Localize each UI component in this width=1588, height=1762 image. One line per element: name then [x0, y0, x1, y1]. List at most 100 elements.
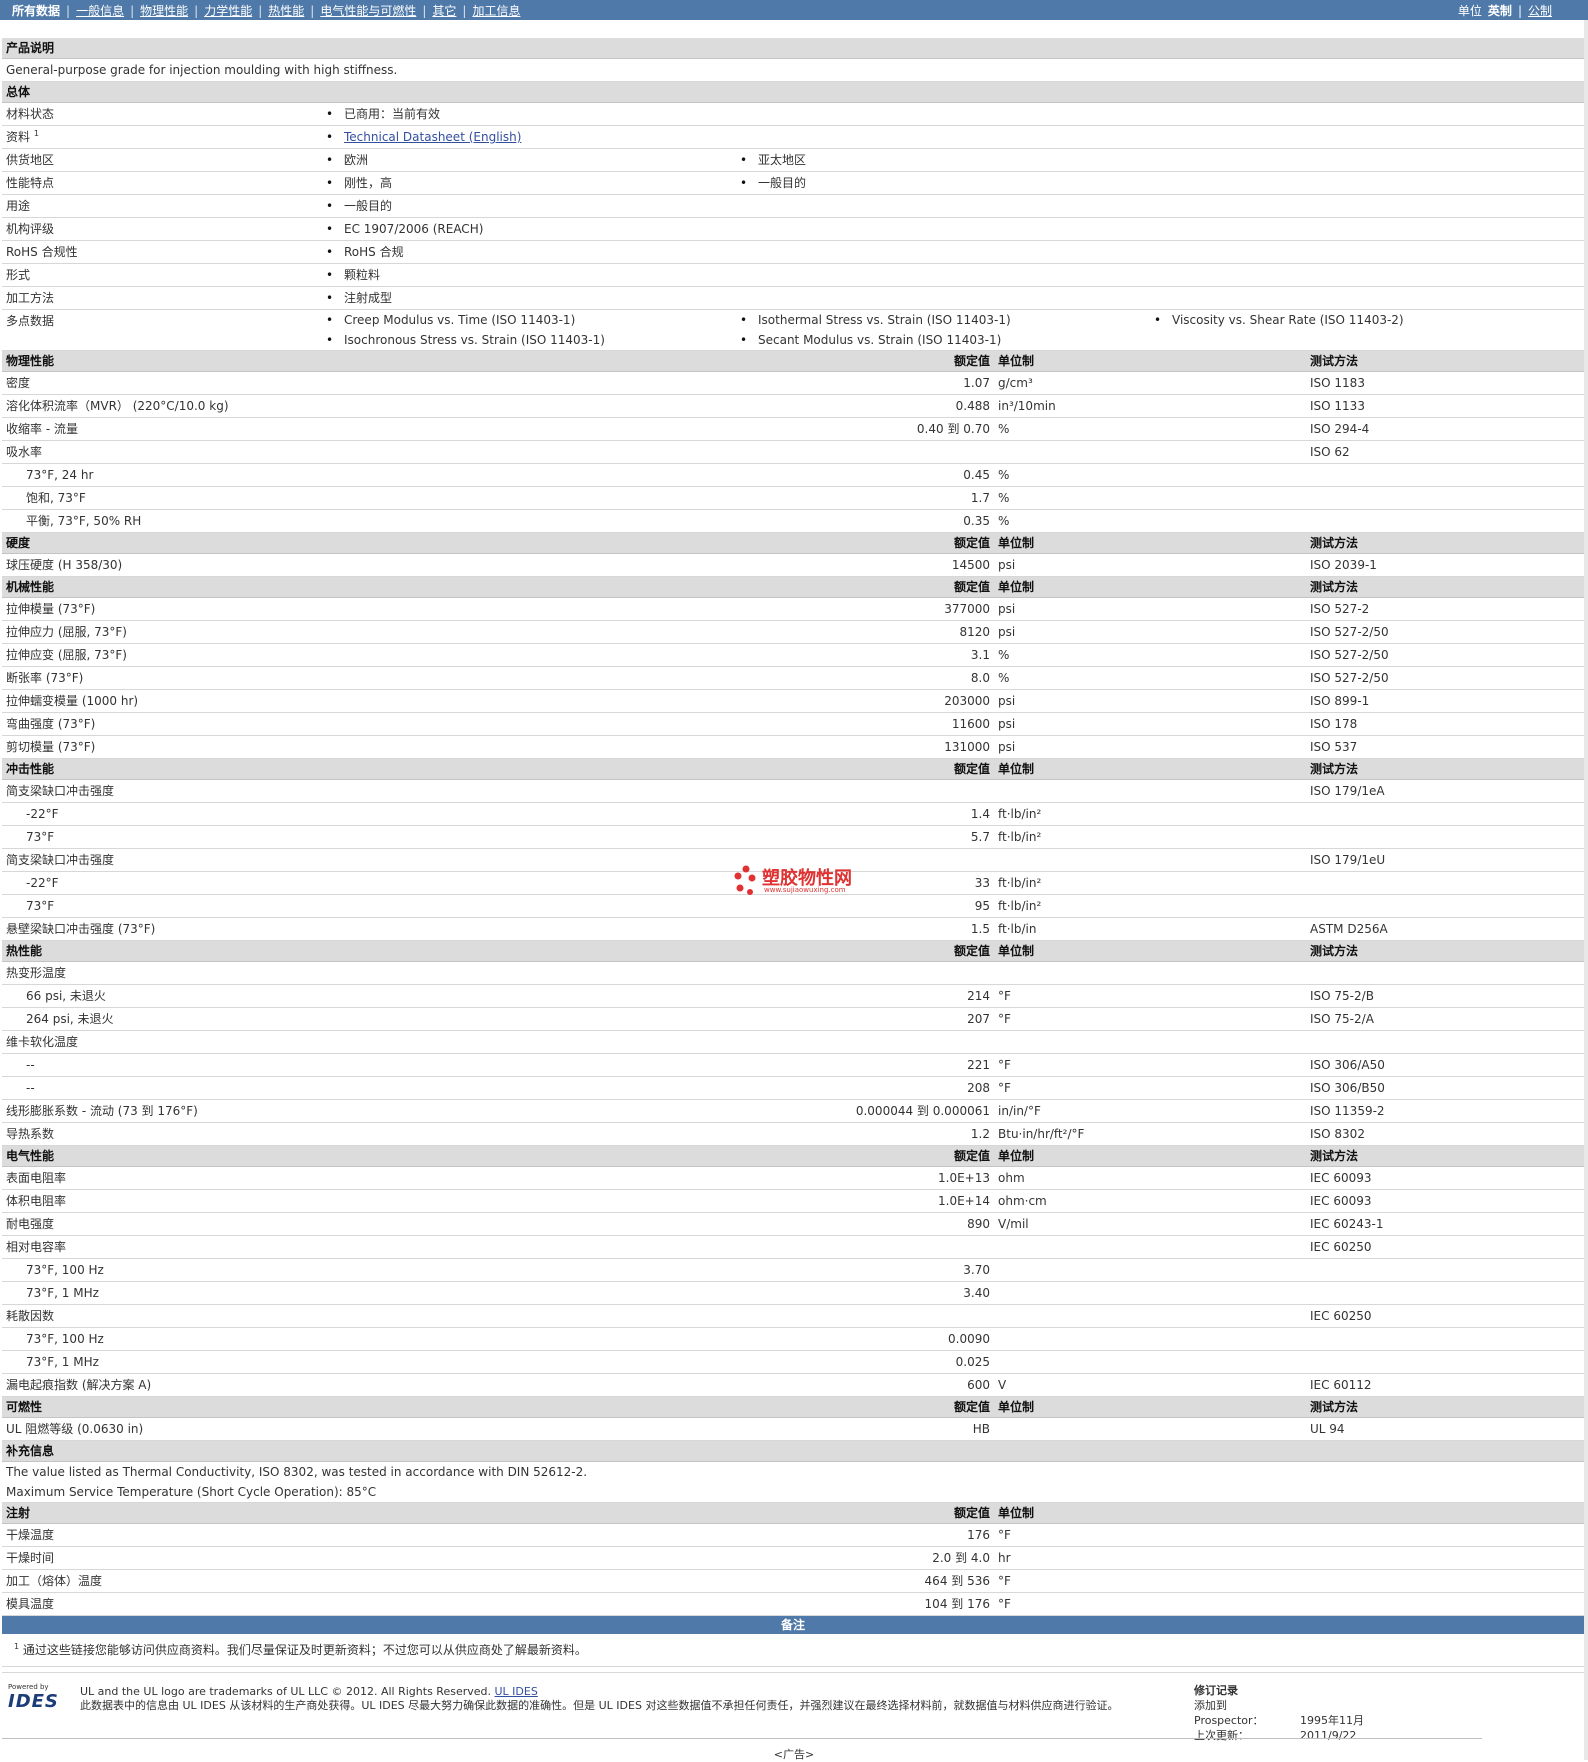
header-value: 额定值 — [946, 1145, 994, 1167]
property-values: 注射成型 — [322, 286, 1584, 310]
section-general: 总体 — [2, 81, 1584, 103]
property-unit: % — [994, 643, 1306, 667]
multipoint-link: Isochronous Stress vs. Strain (ISO 11403… — [326, 330, 740, 350]
property-name: 维卡软化温度 — [2, 1030, 322, 1054]
nav-thermal[interactable]: 热性能 — [262, 2, 310, 19]
nav-other[interactable]: 其它 — [426, 2, 462, 19]
property-value — [322, 1235, 994, 1259]
nav-general-info[interactable]: 一般信息 — [70, 2, 130, 19]
general-row: RoHS 合规性 RoHS 合规 — [2, 240, 1584, 264]
property-name: 热变形温度 — [2, 961, 322, 985]
property-value: 95 — [322, 894, 994, 918]
top-nav-bar: 所有数据 | 一般信息 | 物理性能 | 力学性能 | 热性能 | 电气性能与可燃性 | 其它 | 加工信息… — [0, 0, 1588, 20]
nav-electrical-flammability[interactable]: 电气性能与可燃性 — [314, 2, 422, 19]
section-title: 产品说明 — [2, 38, 1584, 59]
property-value: 208 — [322, 1076, 994, 1100]
property-row: 维卡软化温度 — [2, 1030, 1584, 1054]
header-value: 额定值 — [946, 940, 994, 962]
property-row: 73°F, 1 MHz 3.40 — [2, 1281, 1584, 1305]
property-row: 导热系数 1.2 Btu·in/hr/ft²/°F ISO 8302 — [2, 1122, 1584, 1146]
property-unit: ft·lb/in² — [994, 894, 1306, 918]
property-unit: ft·lb/in² — [994, 825, 1306, 849]
property-row: 73°F, 1 MHz 0.025 — [2, 1350, 1584, 1374]
property-name: -22°F — [2, 802, 322, 826]
header-unit: 单位制 — [994, 758, 1306, 780]
property-name: 供货地区 — [2, 148, 322, 172]
section-supplement: 补充信息 — [2, 1440, 1584, 1462]
bullet-value: 刚性，高 — [326, 172, 740, 194]
ul-ides-link[interactable]: UL IDES — [495, 1685, 538, 1698]
general-row: 多点数据 Creep Modulus vs. Time (ISO 11403-1… — [2, 309, 1584, 351]
ides-logo: Powered by IDES — [8, 1683, 68, 1713]
property-method — [1306, 871, 1584, 895]
nav-processing[interactable]: 加工信息 — [466, 2, 526, 19]
section-electrical: 电气性能 额定值 单位制 测试方法 — [2, 1145, 1584, 1167]
property-name: 断张率 (73°F) — [2, 666, 322, 690]
property-name: 耗散因数 — [2, 1304, 322, 1328]
property-row: 平衡, 73°F, 50% RH 0.35% — [2, 509, 1584, 533]
property-name: 模具温度 — [2, 1592, 322, 1616]
property-name: 机构评级 — [2, 217, 322, 241]
property-value: 0.025 — [322, 1350, 994, 1374]
property-value: 1.2 — [322, 1122, 994, 1146]
property-row: 干燥时间 2.0 到 4.0 hr — [2, 1546, 1584, 1570]
nav-mechanical[interactable]: 力学性能 — [198, 2, 258, 19]
updated-value: 2011/9/22 — [1300, 1729, 1357, 1742]
property-unit: °F — [994, 1007, 1306, 1031]
property-method: ISO 527-2/50 — [1306, 666, 1584, 690]
property-method: ASTM D256A — [1306, 917, 1584, 941]
property-value: 0.35 — [322, 509, 994, 533]
supplement-row: The value listed as Thermal Conductivity… — [2, 1461, 1584, 1503]
property-values: Technical Datasheet (English) — [322, 125, 1584, 149]
bullet-value: 一般目的 — [326, 195, 740, 217]
header-method: 测试方法 — [1306, 576, 1584, 598]
footer-legal: UL and the UL logo are trademarks of UL … — [80, 1685, 1118, 1713]
property-method: ISO 899-1 — [1306, 689, 1584, 713]
product-desc-text: General-purpose grade for injection moul… — [2, 58, 1584, 82]
property-unit: hr — [994, 1546, 1306, 1570]
supplement-text: The value listed as Thermal Conductivity… — [2, 1461, 1584, 1503]
units-metric-link[interactable]: 公制 — [1522, 4, 1552, 18]
header-method: 测试方法 — [1306, 532, 1584, 554]
property-method: ISO 527-2/50 — [1306, 620, 1584, 644]
property-value: 0.488 — [322, 394, 994, 418]
property-value — [322, 961, 994, 985]
general-row: 形式 颗粒料 — [2, 263, 1584, 287]
property-row: 73°F, 24 hr 0.45% — [2, 463, 1584, 487]
property-value: 1.0E+14 — [322, 1189, 994, 1213]
property-unit: % — [994, 463, 1306, 487]
nav-physical[interactable]: 物理性能 — [134, 2, 194, 19]
added-label: 添加到 Prospector： — [1194, 1699, 1264, 1727]
property-name: -- — [2, 1076, 322, 1100]
property-value: 3.1 — [322, 643, 994, 667]
property-name: 漏电起痕指数 (解决方案 A) — [2, 1373, 322, 1397]
nav-separator: | — [422, 4, 427, 18]
revision-title: 修订记录 — [1194, 1684, 1238, 1697]
property-value: 176 — [322, 1523, 994, 1547]
property-method — [1306, 1281, 1584, 1305]
property-value: 1.5 — [322, 917, 994, 941]
property-name: 相对电容率 — [2, 1235, 322, 1259]
property-unit: in/in/°F — [994, 1099, 1306, 1123]
section-product-desc: 产品说明 — [2, 38, 1584, 59]
property-values: 欧洲亚太地区 — [322, 148, 1584, 172]
footer-disclaimer: 此数据表中的信息由 UL IDES 从该材料的生产商处获得。UL IDES 尽最… — [80, 1699, 1119, 1712]
property-value — [322, 440, 994, 464]
datasheet-link[interactable]: Technical Datasheet (English) — [344, 130, 521, 144]
nav-all-data[interactable]: 所有数据 — [12, 2, 66, 19]
property-method: ISO 294-4 — [1306, 417, 1584, 441]
property-row: 收缩率 - 流量 0.40 到 0.70% ISO 294-4 — [2, 417, 1584, 441]
bullet-value: 亚太地区 — [740, 149, 1154, 171]
property-method — [1306, 1523, 1584, 1547]
section-injection: 注射 额定值 单位制 — [2, 1502, 1584, 1524]
property-name: 球压硬度 (H 358/30) — [2, 553, 322, 577]
property-values: EC 1907/2006 (REACH) — [322, 217, 1584, 241]
datasheet-body: 产品说明 General-purpose grade for injection… — [2, 38, 1584, 1667]
scrollbar[interactable] — [1584, 20, 1588, 1760]
revision-added: 添加到 Prospector： 1995年11月 — [1194, 1698, 1364, 1728]
property-row: 表面电阻率 1.0E+13 ohm IEC 60093 — [2, 1166, 1584, 1190]
header-value: 额定值 — [946, 350, 994, 372]
property-row: 断张率 (73°F) 8.0% ISO 527-2/50 — [2, 666, 1584, 690]
units-imperial: 英制 — [1487, 4, 1512, 18]
property-value: 0.45 — [322, 463, 994, 487]
